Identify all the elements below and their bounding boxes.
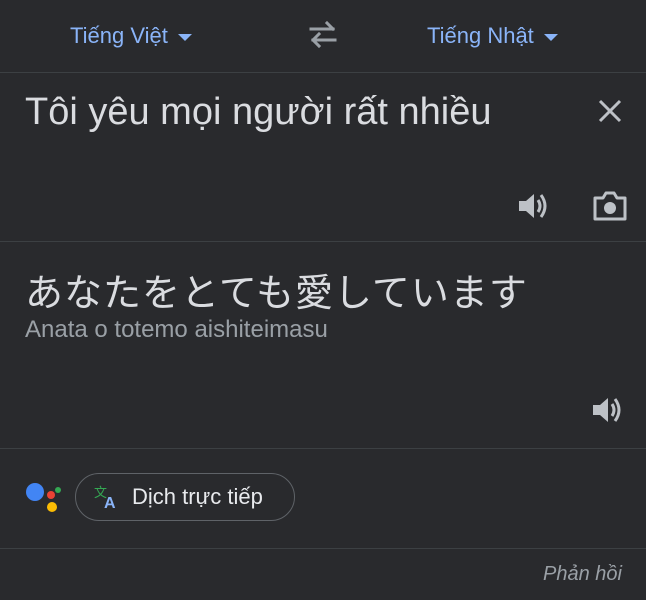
actions-bar: 文 A Dịch trực tiếp — [0, 449, 646, 549]
live-translate-label: Dịch trực tiếp — [132, 484, 263, 509]
camera-button[interactable] — [588, 186, 632, 226]
speaker-icon — [593, 398, 621, 422]
svg-text:A: A — [104, 495, 116, 510]
translated-text: あなたをとても愛しています — [25, 271, 528, 315]
caret-down-icon — [177, 34, 192, 41]
source-language-label: Tiếng Việt — [70, 23, 168, 48]
listen-source-button[interactable] — [514, 186, 554, 226]
close-icon — [598, 99, 622, 123]
source-language-selector[interactable]: Tiếng Việt — [70, 20, 192, 52]
language-bar: Tiếng Việt Tiếng Nhật — [0, 0, 646, 73]
source-panel: Tôi yêu mọi người rất nhiều — [0, 73, 646, 242]
assistant-button[interactable] — [24, 479, 64, 515]
clear-button[interactable] — [592, 93, 628, 129]
target-language-selector[interactable]: Tiếng Nhật — [427, 20, 558, 52]
live-translate-button[interactable]: 文 A Dịch trực tiếp — [75, 473, 295, 521]
target-language-label: Tiếng Nhật — [427, 23, 534, 48]
source-text-input[interactable]: Tôi yêu mọi người rất nhiều — [25, 91, 491, 134]
translate-icon: 文 A — [94, 486, 116, 510]
listen-translation-button[interactable] — [588, 390, 628, 430]
feedback-link[interactable]: Phản hồi — [543, 563, 622, 586]
swap-languages-button[interactable] — [305, 18, 341, 50]
google-assistant-icon — [26, 483, 61, 512]
speaker-icon — [519, 194, 547, 218]
swap-arrows-icon — [309, 20, 337, 49]
transliteration-text: Anata o totemo aishiteimasu — [25, 316, 328, 343]
caret-down-icon — [543, 34, 558, 41]
camera-icon — [593, 191, 627, 221]
translation-panel: あなたをとても愛しています Anata o totemo aishiteimas… — [0, 242, 646, 449]
